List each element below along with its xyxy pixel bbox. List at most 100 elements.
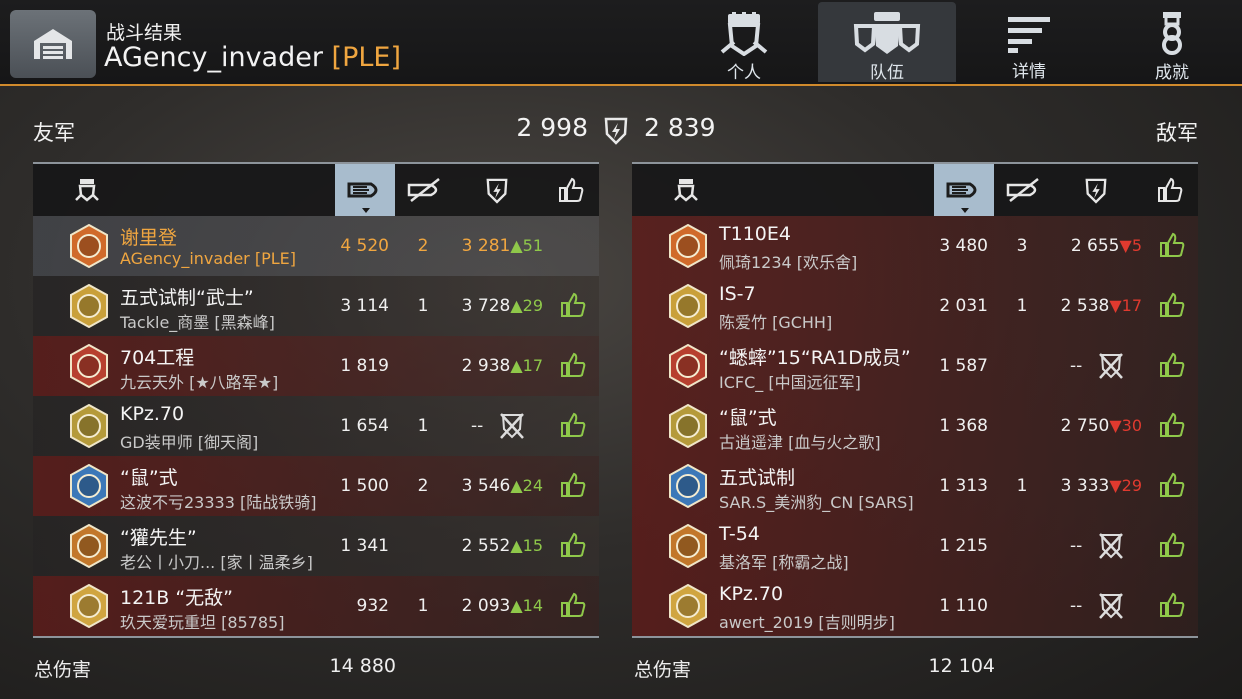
player-row[interactable]: T-54 基洛军 [称霸之战] 1 215 -- — [632, 516, 1198, 576]
col-like[interactable] — [541, 164, 601, 216]
ally-total-damage: 14 880 — [329, 655, 396, 677]
rating-cell: 2 552▲15 — [443, 536, 543, 556]
player-clan-name: GD装甲师 [御天阁] — [120, 433, 259, 452]
rating-delta: 29 — [522, 296, 543, 315]
col-rating[interactable] — [1066, 164, 1126, 216]
player-title: AGency_invader [PLE] — [104, 42, 401, 73]
vehicle-name: 五式试制“武士” — [120, 287, 254, 309]
kills-value: 1 — [417, 296, 429, 316]
rating-cell: 2 538▼17 — [1042, 296, 1142, 316]
player-row[interactable]: “鼠”式 古逍遥津 [血与火之歌] 1 368 2 750▼30 — [632, 396, 1198, 456]
player-row[interactable]: 五式试制 SAR.S_美洲豹_CN [SARS] 1 313 1 3 333▼29 — [632, 456, 1198, 516]
tab-team-label: 队伍 — [870, 63, 904, 83]
vehicle-name: KPz.70 — [719, 583, 784, 605]
player-row[interactable]: “獾先生” 老公丨小刀... [家丨温柔乡] 1 341 2 552▲15 — [33, 516, 599, 576]
rating-delta: 17 — [1121, 296, 1142, 315]
rating-trend-down-icon: ▼ — [1109, 296, 1122, 315]
top-bar: 战斗结果 AGency_invader [PLE] 个人 队伍 详情 成就 — [0, 0, 1242, 86]
enemy-score: 2 839 — [644, 113, 716, 142]
shell-damage-icon — [347, 182, 378, 198]
vehicle-name: T-54 — [719, 523, 760, 545]
ally-table-header — [33, 162, 599, 216]
enemy-team-label: 敌军 — [1156, 121, 1198, 145]
col-kills[interactable] — [395, 164, 455, 216]
player-clan: [PLE] — [331, 42, 401, 73]
col-damage-sorted[interactable] — [335, 164, 395, 216]
player-row[interactable]: IS-7 陈爱竹 [GCHH] 2 031 1 2 538▼17 — [632, 276, 1198, 336]
rating-value: 2 938 — [461, 356, 511, 376]
player-clan-name: 玖天爱玩重坦 [85785] — [120, 613, 285, 632]
no-rating: -- — [1070, 596, 1083, 616]
col-rating[interactable] — [467, 164, 527, 216]
player-row[interactable]: 121B “无敌” 玖天爱玩重坦 [85785] 932 1 2 093▲14 — [33, 576, 599, 636]
damage-value: 1 341 — [340, 536, 389, 556]
thumbs-up-icon[interactable] — [560, 292, 586, 318]
rating-trend-up-icon: ▲ — [510, 476, 523, 495]
enemy-table: T110E4 佩琦1234 [欢乐舍] 3 480 3 2 655▼5 IS-7 陈爱竹 [… — [632, 162, 1198, 638]
thumbs-up-icon[interactable] — [1159, 352, 1185, 378]
list-icon — [1008, 16, 1050, 53]
player-clan-name: Tackle_商墨 [黑森峰] — [120, 313, 275, 332]
rating-delta: 29 — [1121, 476, 1142, 495]
thumbs-up-icon[interactable] — [560, 472, 586, 498]
col-vehicle[interactable] — [57, 164, 117, 216]
player-row[interactable]: “鼠”式 这波不亏23333 [陆战铁骑] 1 500 2 3 546▲24 — [33, 456, 599, 516]
rating-shield-icon — [486, 178, 508, 204]
enemy-total-damage-label: 总伤害 — [634, 659, 692, 681]
kills-value: 3 — [1016, 236, 1028, 256]
rank-badge-icon — [669, 404, 707, 448]
thumbs-up-icon[interactable] — [560, 592, 586, 618]
player-clan-name: 老公丨小刀... [家丨温柔乡] — [120, 553, 313, 572]
tab-achievements[interactable]: 成就 — [1103, 2, 1241, 83]
rating-delta: 5 — [1131, 236, 1142, 255]
player-row[interactable]: KPz.70 awert_2019 [吉则明步] 1 110 -- — [632, 576, 1198, 636]
rank-badge-icon — [70, 284, 108, 328]
col-vehicle[interactable] — [656, 164, 716, 216]
col-damage-sorted[interactable] — [934, 164, 994, 216]
player-row[interactable]: T110E4 佩琦1234 [欢乐舍] 3 480 3 2 655▼5 — [632, 216, 1198, 276]
tab-details[interactable]: 详情 — [960, 2, 1098, 82]
ally-score: 2 998 — [516, 113, 588, 142]
thumbs-up-icon[interactable] — [560, 352, 586, 378]
thumbs-up-icon[interactable] — [560, 412, 586, 438]
destroyed-shield-icon — [1099, 533, 1123, 559]
rating-cell: 2 655▼5 — [1042, 236, 1142, 256]
thumbs-up-icon[interactable] — [1159, 412, 1185, 438]
vehicle-name: KPz.70 — [120, 403, 185, 425]
soldier-icon — [674, 179, 698, 202]
thumbs-up-icon[interactable] — [1159, 592, 1185, 618]
player-row[interactable]: 704工程 九云天外 [★八路军★] 1 819 2 938▲17 — [33, 336, 599, 396]
garage-button[interactable] — [10, 10, 96, 78]
damage-value: 1 110 — [939, 596, 988, 616]
enemy-total-damage: 12 104 — [928, 655, 995, 677]
thumbs-up-icon[interactable] — [1159, 532, 1185, 558]
thumbs-up-icon[interactable] — [1159, 232, 1185, 258]
thumbs-up-icon[interactable] — [1159, 472, 1185, 498]
rank-badge-icon — [669, 224, 707, 268]
thumbs-up-icon[interactable] — [560, 532, 586, 558]
thumbs-up-icon[interactable] — [1159, 292, 1185, 318]
rating-trend-down-icon: ▼ — [1109, 476, 1122, 495]
enemy-table-header — [632, 162, 1198, 216]
damage-value: 1 313 — [939, 476, 988, 496]
soldier-icon — [720, 12, 768, 56]
player-row[interactable]: 五式试制“武士” Tackle_商墨 [黑森峰] 3 114 1 3 728▲29 — [33, 276, 599, 336]
kills-value: 1 — [417, 416, 429, 436]
tab-personal[interactable]: 个人 — [675, 2, 813, 83]
rating-cell: 3 546▲24 — [443, 476, 543, 496]
rank-badge-icon — [70, 344, 108, 388]
damage-value: 1 368 — [939, 416, 988, 436]
col-like[interactable] — [1140, 164, 1200, 216]
vehicle-name: 121B “无敌” — [120, 587, 234, 609]
col-kills[interactable] — [994, 164, 1054, 216]
vehicle-name: 谢里登 — [120, 227, 178, 249]
player-row[interactable]: “蟋蟀”15“RA1D成员” ICFC_ [中国远征军] 1 587 -- — [632, 336, 1198, 396]
player-row[interactable]: KPz.70 GD装甲师 [御天阁] 1 654 1 -- — [33, 396, 599, 456]
damage-value: 1 215 — [939, 536, 988, 556]
player-row[interactable]: 谢里登 AGency_invader [PLE] 4 520 2 3 281▲51 — [33, 216, 599, 276]
tab-team[interactable]: 队伍 — [818, 2, 956, 83]
damage-value: 3 114 — [340, 296, 389, 316]
rating-trend-up-icon: ▲ — [510, 596, 523, 615]
kills-value: 1 — [1016, 296, 1028, 316]
rating-cell: 2 093▲14 — [443, 596, 543, 616]
